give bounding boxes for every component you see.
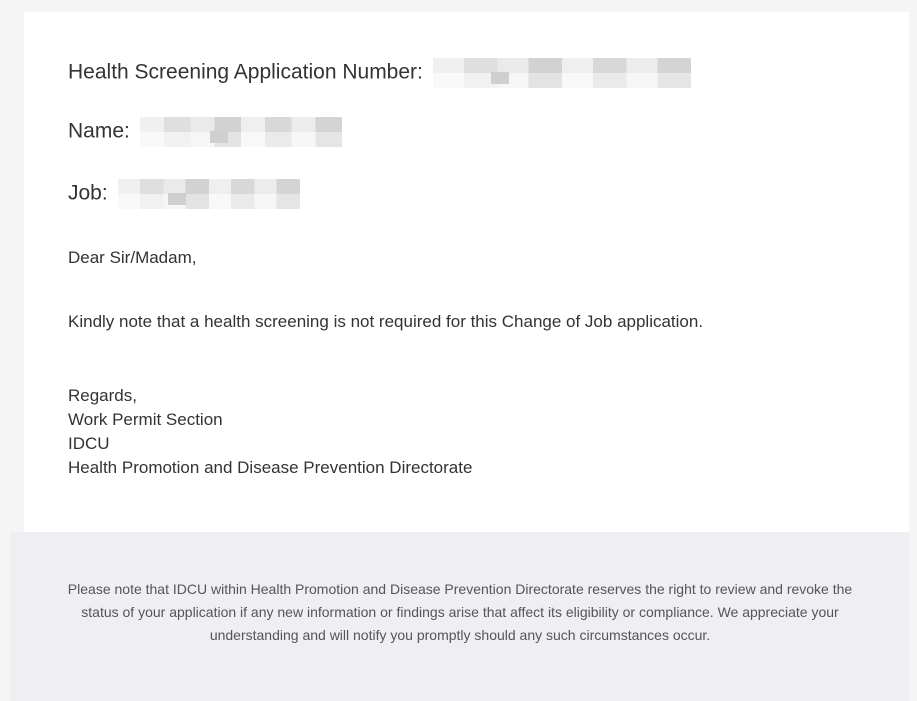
name-row: Name: bbox=[68, 117, 342, 147]
signature-closing: Regards, bbox=[68, 386, 137, 405]
application-number-label: Health Screening Application Number: bbox=[68, 60, 423, 84]
signature-unit: IDCU bbox=[68, 434, 110, 453]
signature-directorate: Health Promotion and Disease Prevention … bbox=[68, 458, 473, 477]
redaction-block bbox=[167, 193, 186, 205]
name-label: Name: bbox=[68, 119, 130, 143]
redaction-block bbox=[209, 131, 228, 143]
job-label: Job: bbox=[68, 181, 108, 205]
message-text: Kindly note that a health screening is n… bbox=[68, 312, 704, 331]
email-footer: Please note that IDCU within Health Prom… bbox=[10, 532, 909, 701]
greeting: Dear Sir/Madam, bbox=[68, 248, 197, 267]
redacted-job bbox=[117, 179, 300, 209]
signature-section: Work Permit Section bbox=[68, 410, 223, 429]
signature-block: Regards, Work Permit Section IDCU Health… bbox=[68, 384, 472, 480]
redaction-block bbox=[490, 72, 509, 84]
redacted-name bbox=[139, 117, 342, 147]
application-number-row: Health Screening Application Number: bbox=[68, 58, 691, 88]
email-page: Health Screening Application Number: Nam… bbox=[0, 0, 917, 701]
redacted-application-number bbox=[432, 58, 691, 88]
footer-disclaimer: Please note that IDCU within Health Prom… bbox=[67, 581, 853, 643]
email-body-card: Health Screening Application Number: Nam… bbox=[24, 12, 909, 532]
job-row: Job: bbox=[68, 179, 300, 209]
